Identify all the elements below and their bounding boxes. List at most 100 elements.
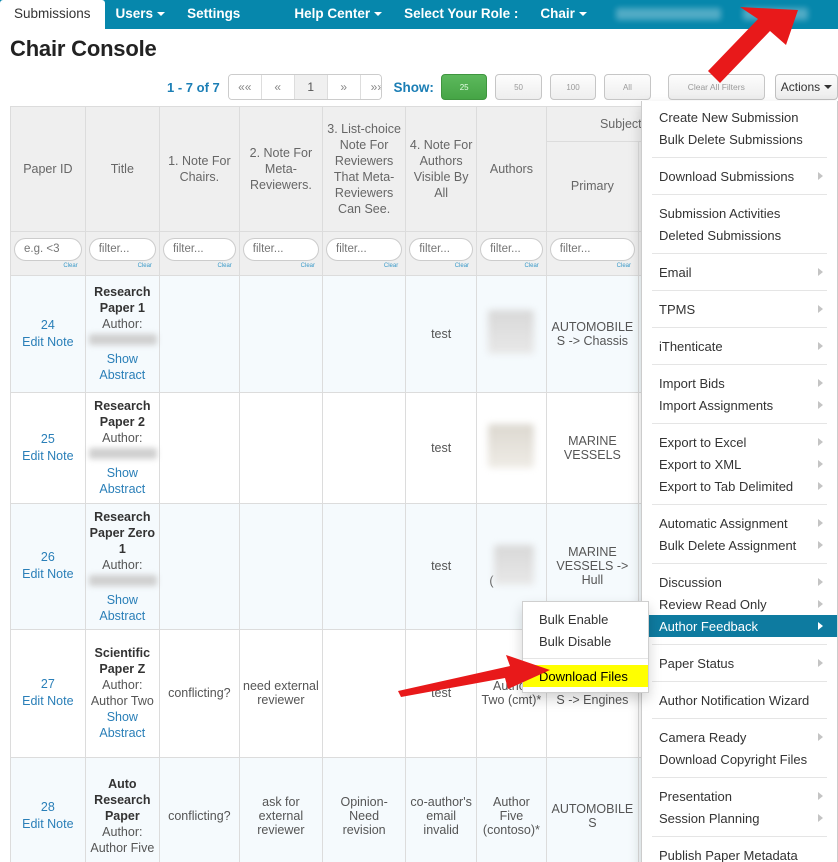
actions-menu-item-author-feedback[interactable]: Author Feedback (642, 615, 837, 637)
col-note-meta-reviewers[interactable]: 2. Note For Meta-Reviewers. (239, 107, 322, 231)
actions-menu-item-bulk-delete-assignment[interactable]: Bulk Delete Assignment (642, 534, 837, 556)
actions-menu-item-download-copyright-files[interactable]: Download Copyright Files (642, 748, 837, 770)
paper-id-link[interactable]: 24 (41, 318, 55, 332)
filter-input-note-reviewers[interactable] (326, 238, 402, 261)
cell-note-chairs: conflicting? (159, 629, 239, 757)
pager-next-button[interactable]: » (328, 75, 361, 99)
actions-menu-item-import-bids[interactable]: Import Bids (642, 372, 837, 394)
filter-clear-note-authors[interactable]: Clear (409, 263, 473, 269)
pager-first-button[interactable]: «« (229, 75, 262, 99)
actions-menu-item-label: Automatic Assignment (659, 516, 788, 531)
filter-clear-title[interactable]: Clear (89, 263, 156, 269)
cell-paper-id: 24 Edit Note (11, 275, 85, 392)
actions-menu-item-presentation[interactable]: Presentation (642, 785, 837, 807)
show-abstract-link[interactable]: Show Abstract (89, 351, 156, 383)
col-subject-primary[interactable]: Primary (546, 141, 638, 231)
nav-tab-submissions[interactable]: Submissions (0, 0, 105, 29)
pager-page-1-button[interactable]: 1 (295, 75, 328, 99)
actions-menu-item-session-planning[interactable]: Session Planning (642, 807, 837, 829)
show-abstract-link[interactable]: Show Abstract (89, 465, 156, 497)
page-size-100-button[interactable]: 100 (550, 74, 596, 100)
filter-clear-paper-id[interactable]: Clear (14, 263, 82, 269)
nav-tab-users[interactable]: Users (105, 0, 177, 29)
chevron-right-icon (818, 578, 823, 586)
col-note-authors[interactable]: 4. Note For Authors Visible By All (406, 107, 477, 231)
actions-dropdown-menu[interactable]: Create New SubmissionBulk Delete Submiss… (641, 101, 838, 862)
actions-menu-item-tpms[interactable]: TPMS (642, 298, 837, 320)
author-feedback-item-download-files[interactable]: Download Files (523, 665, 648, 687)
filter-clear-note-reviewers[interactable]: Clear (326, 263, 402, 269)
page-size-all-button[interactable]: All (604, 74, 650, 100)
actions-menu-item-bulk-delete-submissions[interactable]: Bulk Delete Submissions (642, 128, 837, 150)
edit-note-link[interactable]: Edit Note (22, 817, 73, 831)
actions-menu-item-discussion[interactable]: Discussion (642, 571, 837, 593)
paper-title: Research Paper Zero 1 (89, 509, 156, 557)
nav-tab-settings[interactable]: Settings (176, 0, 251, 29)
col-note-reviewers[interactable]: 3. List-choice Note For Reviewers That M… (323, 107, 406, 231)
filter-cell-note-chairs: Clear (159, 231, 239, 275)
col-title[interactable]: Title (85, 107, 159, 231)
actions-menu-item-email[interactable]: Email (642, 261, 837, 283)
actions-menu-item-ithenticate[interactable]: iThenticate (642, 335, 837, 357)
actions-menu-item-export-to-tab-delimited[interactable]: Export to Tab Delimited (642, 475, 837, 497)
author-feedback-item-bulk-disable[interactable]: Bulk Disable (523, 630, 648, 652)
nav-tab-help-center[interactable]: Help Center (283, 0, 393, 29)
filter-input-note-authors[interactable] (409, 238, 473, 261)
show-abstract-link[interactable]: Show Abstract (89, 709, 156, 741)
show-abstract-link[interactable]: Show Abstract (89, 592, 156, 624)
author-feedback-item-bulk-enable[interactable]: Bulk Enable (523, 608, 648, 630)
filter-input-primary[interactable] (550, 238, 635, 261)
app-root: Submissions Users Settings Help Center S… (0, 0, 838, 862)
actions-menu-item-export-to-xml[interactable]: Export to XML (642, 453, 837, 475)
edit-note-link[interactable]: Edit Note (22, 335, 73, 349)
pager-prev-button[interactable]: « (262, 75, 295, 99)
filter-clear-note-meta[interactable]: Clear (243, 263, 319, 269)
edit-note-link[interactable]: Edit Note (22, 449, 73, 463)
actions-menu-item-paper-status[interactable]: Paper Status (642, 652, 837, 674)
edit-note-link[interactable]: Edit Note (22, 567, 73, 581)
clear-all-filters-button[interactable]: Clear All Filters (668, 74, 765, 100)
actions-menu-item-label: Email (659, 265, 692, 280)
actions-menu-item-export-to-excel[interactable]: Export to Excel (642, 431, 837, 453)
actions-menu-item-automatic-assignment[interactable]: Automatic Assignment (642, 512, 837, 534)
page-size-50-button[interactable]: 50 (495, 74, 541, 100)
chevron-right-icon (818, 814, 823, 822)
paper-id-link[interactable]: 26 (41, 550, 55, 564)
cell-note-chairs (159, 503, 239, 629)
cell-note-authors: test (406, 275, 477, 392)
pager-last-button[interactable]: »» (361, 75, 383, 99)
filter-input-note-chairs[interactable] (163, 238, 236, 261)
filter-input-authors[interactable] (480, 238, 543, 261)
col-authors[interactable]: Authors (477, 107, 547, 231)
filter-clear-note-chairs[interactable]: Clear (163, 263, 236, 269)
cell-note-meta: need external reviewer (239, 629, 322, 757)
paper-id-link[interactable]: 27 (41, 677, 55, 691)
col-note-chairs[interactable]: 1. Note For Chairs. (159, 107, 239, 231)
paper-id-link[interactable]: 28 (41, 800, 55, 814)
actions-menu-item-label: Download Submissions (659, 169, 794, 184)
col-paper-id[interactable]: Paper ID (11, 107, 85, 231)
paper-id-link[interactable]: 25 (41, 432, 55, 446)
user-account-area[interactable] (616, 8, 808, 29)
filter-input-title[interactable] (89, 238, 156, 261)
author-feedback-submenu[interactable]: Bulk Enable Bulk Disable Download Files (522, 601, 649, 693)
filter-clear-authors[interactable]: Clear (480, 263, 543, 269)
actions-button[interactable]: Actions (775, 74, 838, 100)
actions-menu-item-create-new-submission[interactable]: Create New Submission (642, 106, 837, 128)
filter-input-note-meta[interactable] (243, 238, 319, 261)
actions-menu-item-review-read-only[interactable]: Review Read Only (642, 593, 837, 615)
filter-clear-primary[interactable]: Clear (550, 263, 635, 269)
page-size-25-button[interactable]: 25 (441, 74, 487, 100)
actions-menu-item-submission-activities[interactable]: Submission Activities (642, 202, 837, 224)
author-feedback-item-label: Bulk Enable (539, 612, 608, 627)
actions-menu-item-author-notification-wizard[interactable]: Author Notification Wizard (642, 689, 837, 711)
actions-menu-item-import-assignments[interactable]: Import Assignments (642, 394, 837, 416)
filter-input-paper-id[interactable] (14, 238, 82, 261)
actions-menu-item-camera-ready[interactable]: Camera Ready (642, 726, 837, 748)
actions-menu-item-publish-paper-metadata[interactable]: Publish Paper Metadata (642, 844, 837, 862)
actions-menu-item-download-submissions[interactable]: Download Submissions (642, 165, 837, 187)
edit-note-link[interactable]: Edit Note (22, 694, 73, 708)
chevron-right-icon (818, 438, 823, 446)
actions-menu-item-deleted-submissions[interactable]: Deleted Submissions (642, 224, 837, 246)
nav-role-chair[interactable]: Chair (529, 0, 598, 29)
